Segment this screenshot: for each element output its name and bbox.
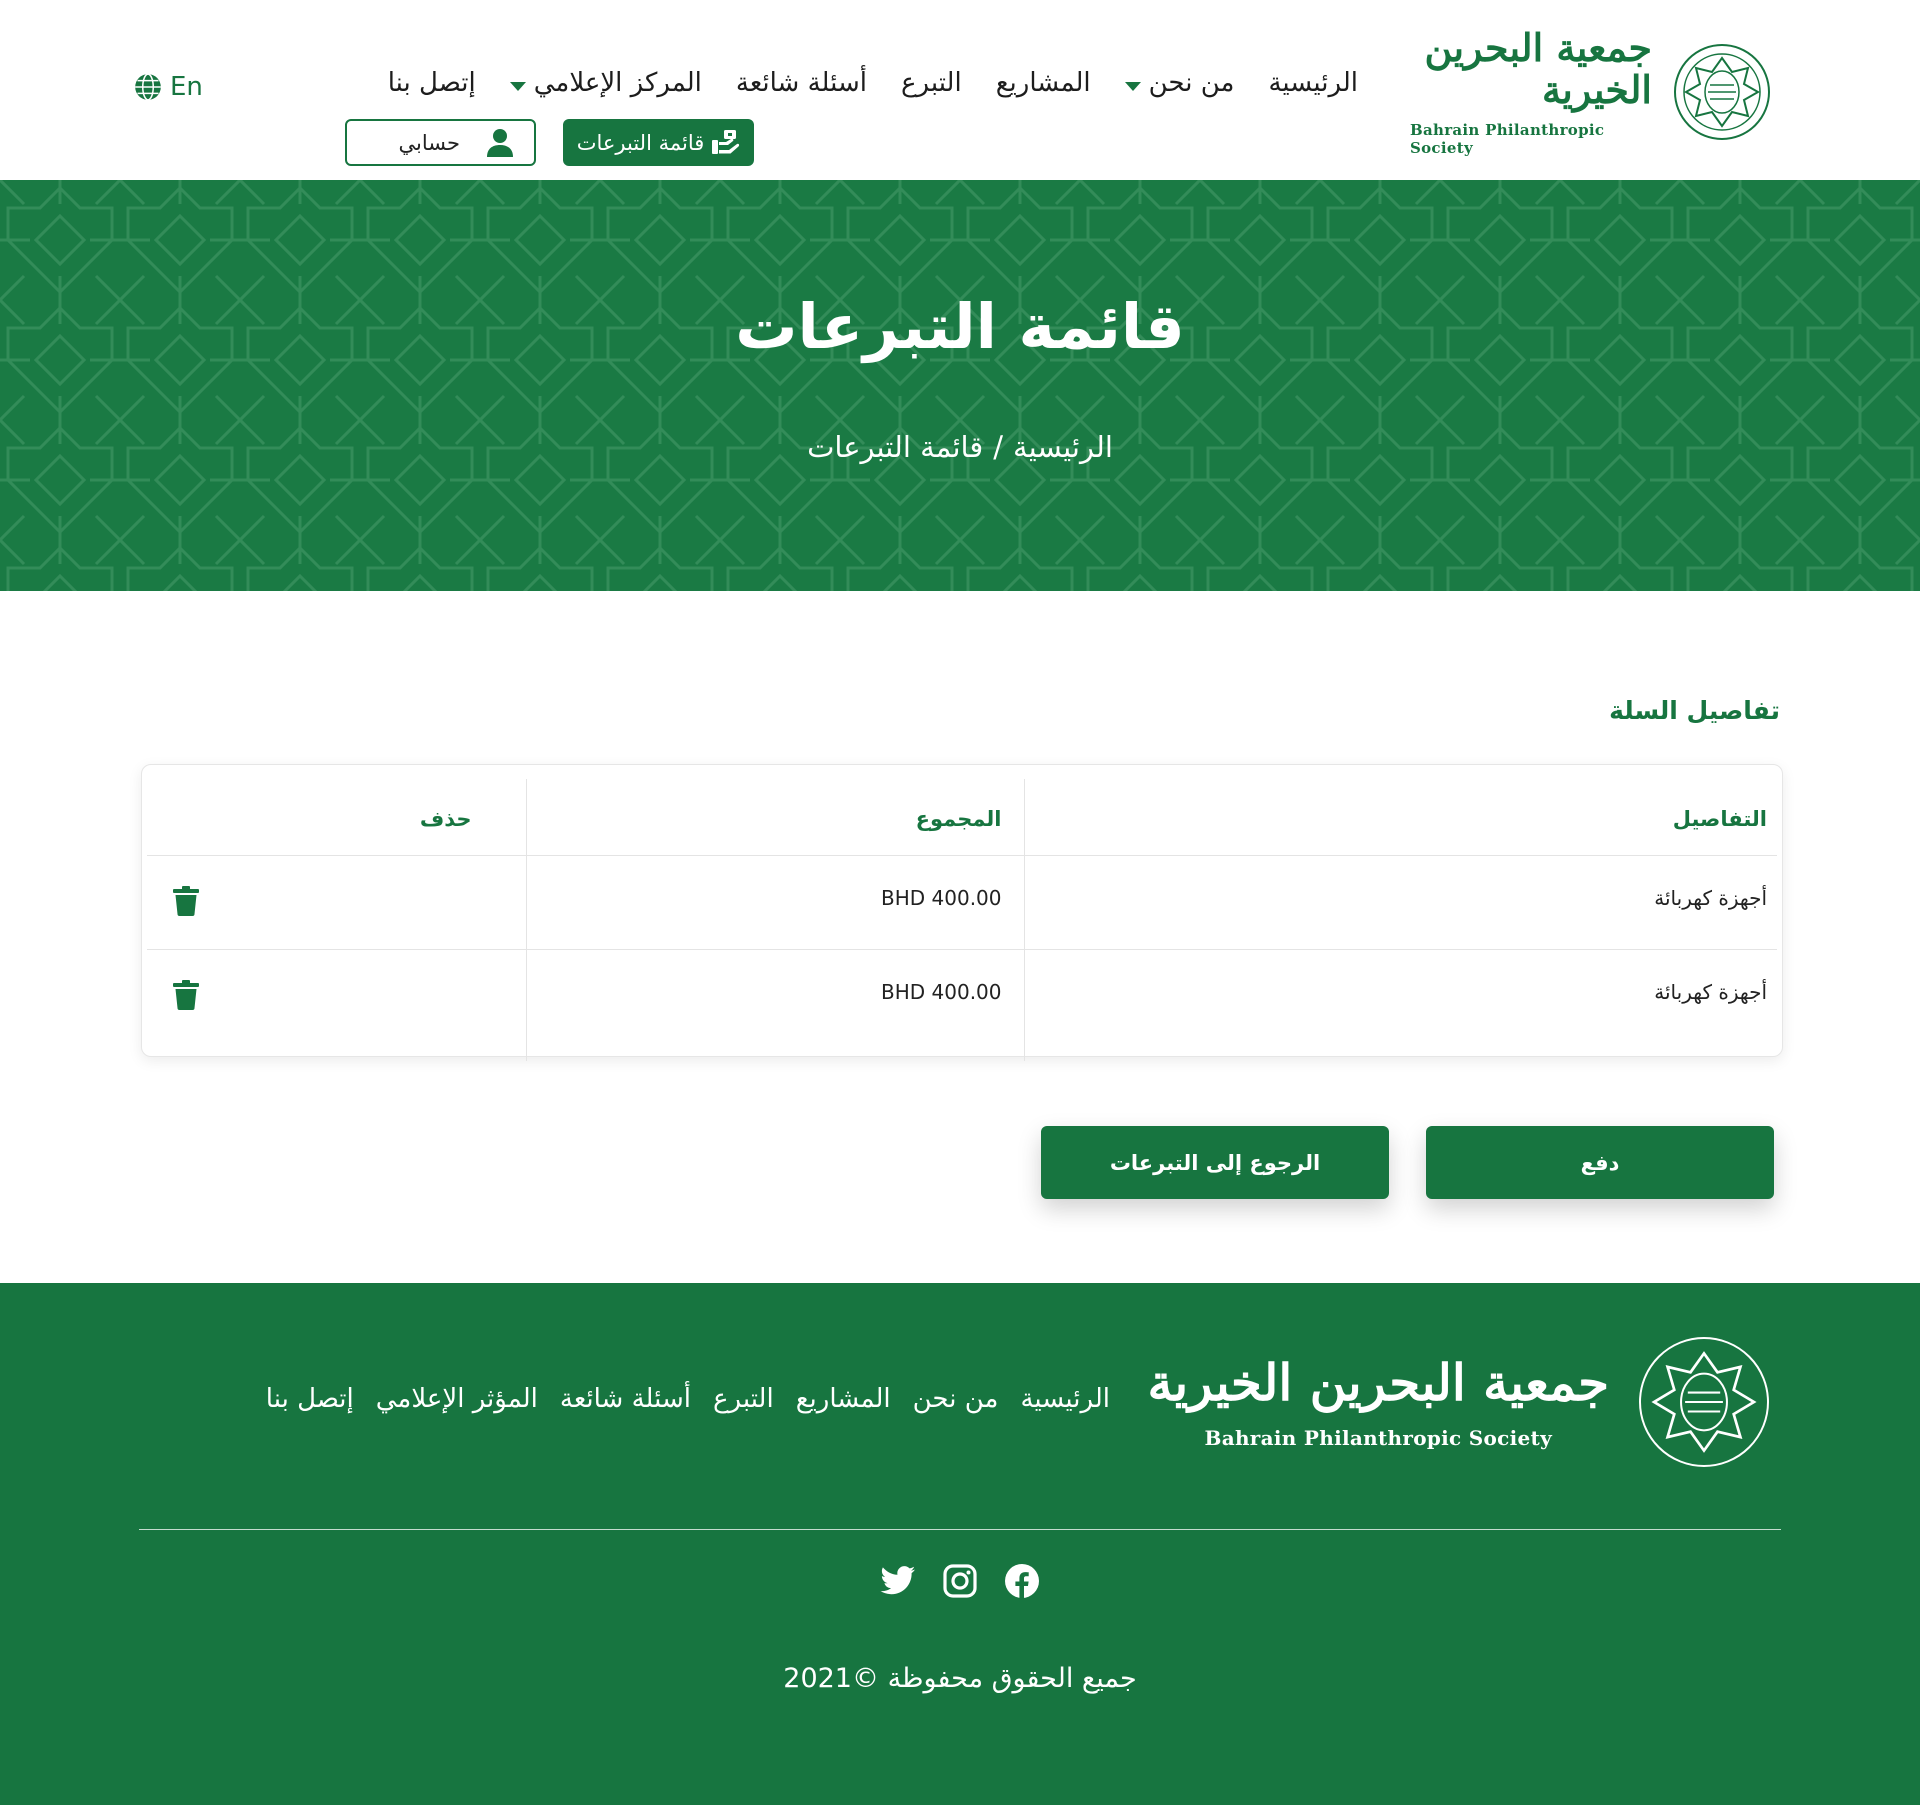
my-account-label: حسابي [398,130,460,155]
nav-item-contact[interactable]: إتصل بنا [388,68,476,98]
item-total: BHD 400.00 [881,979,1002,1004]
globe-icon [135,73,161,101]
breadcrumb-separator: / [993,430,1004,464]
footer-link-contact[interactable]: إتصل بنا [266,1384,354,1414]
nav-item-faq[interactable]: أسئلة شائعة [736,68,867,98]
logo-english-text: Bahrain Philanthropic Society [1410,120,1605,157]
footer-divider [139,1529,1781,1530]
facebook-icon[interactable] [1004,1563,1040,1599]
geometric-pattern-background [0,180,1920,591]
footer-link-donate[interactable]: التبرع [713,1384,774,1414]
footer-link-home[interactable]: الرئيسية [1020,1384,1110,1414]
instagram-icon[interactable] [942,1563,978,1599]
item-details: أجهزة كهربائة [1654,979,1767,1004]
site-header: جمعية البحرين الخيرية Bahrain Philanthro… [0,0,1920,180]
footer-logo-arabic-text: جمعية البحرين الخيرية [1147,1352,1610,1412]
user-icon [487,128,513,157]
footer-link-projects[interactable]: المشاريع [796,1384,891,1414]
donation-list-button[interactable]: قائمة التبرعات [563,119,754,166]
breadcrumb: الرئيسية / قائمة التبرعات [0,430,1920,464]
table-row: أجهزة كهربائة BHD 400.00 [147,855,1777,950]
page-hero: قائمة التبرعات الرئيسية / قائمة التبرعات [0,180,1920,591]
language-label: En [170,72,203,102]
nav-item-projects[interactable]: المشاريع [996,68,1091,98]
item-details: أجهزة كهربائة [1024,855,1777,950]
footer-link-about[interactable]: من نحن [913,1384,999,1414]
site-logo[interactable]: جمعية البحرين الخيرية Bahrain Philanthro… [1410,27,1770,157]
site-footer: جمعية البحرين الخيرية Bahrain Philanthro… [0,1283,1920,1805]
social-links [0,1563,1920,1599]
column-header-total: المجموع [526,779,1025,856]
table-row: أجهزة كهربائة BHD 400.00 [147,949,1777,1061]
pay-button[interactable]: دفع [1426,1126,1774,1199]
footer-logo-english-text: Bahrain Philanthropic Society [1204,1425,1552,1450]
cart-details-title: تفاصيل السلة [1609,696,1780,725]
emblem-icon [1674,44,1770,140]
chevron-down-icon [509,81,526,91]
table-header-row: التفاصيل المجموع حذف [147,779,1777,856]
back-to-donations-button[interactable]: الرجوع إلى التبرعات [1041,1126,1389,1199]
nav-item-about[interactable]: من نحن [1124,68,1234,98]
footer-link-faq[interactable]: أسئلة شائعة [560,1384,691,1414]
twitter-icon[interactable] [880,1563,916,1599]
language-switch[interactable]: En [134,72,203,102]
chevron-down-icon [1124,81,1141,91]
nav-item-donate[interactable]: التبرع [901,68,962,98]
column-header-delete: حذف [147,779,527,856]
donation-hand-icon [712,129,740,154]
nav-item-media-center[interactable]: المركز الإعلامي [509,68,702,98]
cart-table-card: التفاصيل المجموع حذف أجهزة كهربائة BHD 4… [141,764,1783,1061]
trash-icon[interactable] [173,979,199,1015]
breadcrumb-home[interactable]: الرئيسية [1013,430,1113,464]
cart-table: التفاصيل المجموع حذف أجهزة كهربائة BHD 4… [147,779,1777,1061]
footer-nav: الرئيسية من نحن المشاريع التبرع أسئلة شا… [266,1384,1110,1414]
breadcrumb-current: قائمة التبرعات [807,430,984,464]
logo-arabic-text: جمعية البحرين الخيرية [1424,25,1652,112]
column-header-details: التفاصيل [1024,779,1777,856]
page-title: قائمة التبرعات [735,290,1185,363]
item-total: BHD 400.00 [881,885,1002,910]
nav-item-home[interactable]: الرئيسية [1268,68,1358,98]
my-account-button[interactable]: حسابي [345,119,536,166]
emblem-icon [1639,1337,1769,1467]
copyright-text: جميع الحقوق محفوظة ©2021 [783,1663,1137,1694]
donation-list-label: قائمة التبرعات [576,130,705,155]
footer-logo[interactable]: جمعية البحرين الخيرية Bahrain Philanthro… [1147,1337,1769,1467]
trash-icon[interactable] [173,885,199,921]
main-nav: الرئيسية من نحن المشاريع التبرع أسئلة شا… [388,68,1358,98]
footer-link-media[interactable]: المؤثر الإعلامي [376,1384,538,1414]
